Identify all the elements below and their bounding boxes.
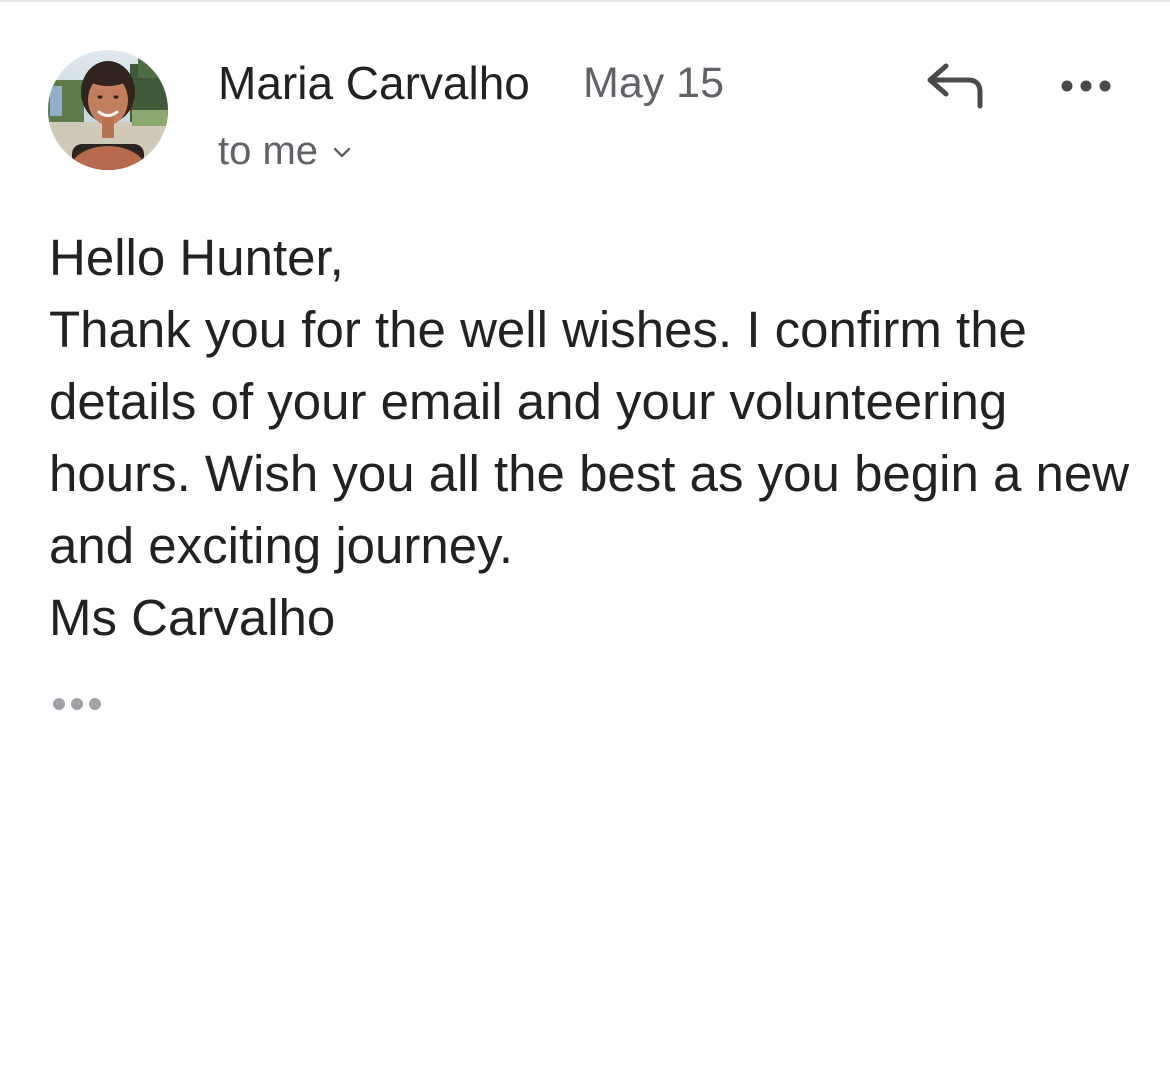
- sender-name[interactable]: Maria Carvalho: [218, 56, 530, 110]
- show-trimmed-content-button[interactable]: [50, 694, 106, 714]
- message-paragraph: Thank you for the well wishes. I confirm…: [49, 301, 1130, 574]
- sent-date: May 15: [583, 59, 725, 107]
- message-body: Hello Hunter, Thank you for the well wis…: [49, 222, 1139, 654]
- signature-line: Ms Carvalho: [49, 589, 336, 646]
- more-horizontal-icon: [1061, 80, 1111, 92]
- greeting-line: Hello Hunter,: [49, 229, 344, 286]
- recipient-label: to me: [218, 129, 319, 173]
- reply-button[interactable]: [922, 60, 988, 112]
- chevron-down-icon: [333, 147, 351, 158]
- reply-icon: [927, 63, 983, 109]
- more-options-button[interactable]: [1056, 68, 1116, 104]
- header-divider: [0, 0, 1170, 2]
- avatar-photo: [48, 50, 168, 170]
- sender-avatar[interactable]: [48, 50, 168, 170]
- recipient-details-toggle[interactable]: to me: [218, 126, 352, 176]
- ellipsis-icon: [53, 698, 101, 710]
